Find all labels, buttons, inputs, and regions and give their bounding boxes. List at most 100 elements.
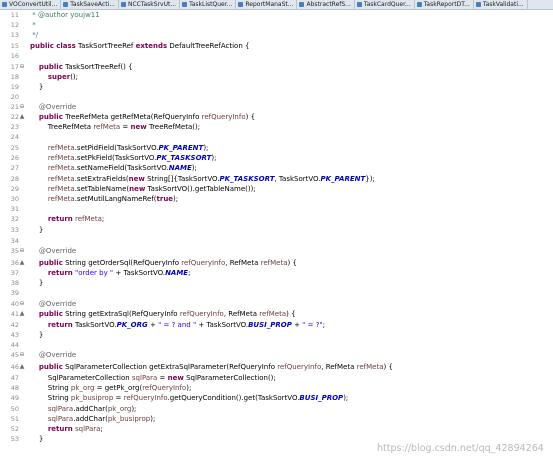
code-token: refMeta	[259, 310, 287, 318]
override-marker-icon: ▲	[19, 113, 25, 120]
editor-tab[interactable]: NCCTaskSrvUt...	[119, 0, 181, 9]
code-line[interactable]: 12 *	[0, 20, 553, 30]
fold-toggle-icon[interactable]: ⊖	[19, 350, 25, 360]
code-token: );	[131, 405, 137, 413]
code-line[interactable]: 20	[0, 92, 553, 102]
editor-tab[interactable]: AbstractRefS...	[297, 0, 355, 9]
fold-toggle-icon[interactable]: ⊖	[19, 102, 25, 112]
code-line[interactable]: 19 }	[0, 82, 553, 92]
fold-toggle-icon[interactable]: ⊖	[19, 246, 25, 256]
code-token: refMeta	[75, 215, 102, 223]
editor-tab[interactable]: ReportManaSt...	[236, 0, 298, 9]
code-token: new	[130, 123, 147, 131]
code-text: return sqlPara;	[30, 424, 103, 434]
editor-tab[interactable]: TaskValidati...	[474, 0, 528, 9]
code-line[interactable]: 48 String pk_org = getPk_org(refQueryInf…	[0, 383, 553, 393]
line-number: 42	[10, 321, 19, 329]
code-text: TreeRefMeta refMeta = new TreeRefMeta();	[30, 122, 200, 132]
code-token: = getPk_org(	[94, 384, 143, 392]
code-text: refMeta.setTableName(new TaskSortVO().ge…	[30, 184, 256, 194]
code-line[interactable]: 40 ⊖ @Override	[0, 299, 553, 309]
code-line[interactable]: 49 String pk_busiprop = refQueryInfo.get…	[0, 393, 553, 403]
code-line[interactable]: 37 return "order by " + TaskSortVO.NAME;	[0, 268, 553, 278]
line-number: 22	[10, 113, 19, 121]
code-text: }	[30, 278, 43, 288]
code-token: @Override	[38, 351, 77, 359]
code-line[interactable]: 50 sqlPara.addChar(pk_org);	[0, 404, 553, 414]
code-line[interactable]: 17 ⊖ public TaskSortTreeRef() {	[0, 62, 553, 72]
code-token: SqlParameterCollection getExtraSqlParame…	[62, 363, 278, 371]
code-line[interactable]: 33 }	[0, 225, 553, 235]
code-line[interactable]: 39	[0, 288, 553, 298]
code-token: sqlPara	[131, 374, 158, 382]
code-line[interactable]: 24	[0, 132, 553, 142]
code-line[interactable]: 28 refMeta.setExtraFields(new String[]{T…	[0, 174, 553, 184]
code-line[interactable]: 42 return TaskSortVO.PK_ORG + " = ? and …	[0, 320, 553, 330]
code-token: , TaskSortVO.	[274, 175, 321, 183]
code-line[interactable]: 34	[0, 236, 553, 246]
code-token: ;	[188, 269, 191, 277]
code-line[interactable]: 22 ▲ public TreeRefMeta getRefMeta(RefQue…	[0, 112, 553, 122]
editor-tab[interactable]: VOConvertUtil...	[0, 0, 62, 9]
code-line[interactable]: 29 refMeta.setTableName(new TaskSortVO()…	[0, 184, 553, 194]
code-line[interactable]: 32 return refMeta;	[0, 214, 553, 224]
code-token: PK_TASKSORT	[219, 175, 275, 183]
code-line[interactable]: 15 public class TaskSortTreeRef extends D…	[0, 41, 553, 51]
code-line[interactable]: 43 }	[0, 330, 553, 340]
code-token: refMeta	[47, 164, 75, 172]
editor-tab[interactable]: TaskSaveActi...	[61, 0, 119, 9]
code-token: @author	[37, 11, 69, 19]
code-token: public	[38, 113, 63, 121]
line-number: 20	[10, 93, 19, 101]
code-token: refMeta	[47, 154, 75, 162]
code-line[interactable]: 36 ▲ public String getOrderSql(RefQueryIn…	[0, 258, 553, 268]
code-line[interactable]: 47 SqlParameterCollection sqlPara = new …	[0, 373, 553, 383]
code-line[interactable]: 13 */	[0, 30, 553, 40]
code-line[interactable]: 35 ⊖ @Override	[0, 246, 553, 256]
code-line[interactable]: 44	[0, 340, 553, 350]
code-token: }	[30, 435, 44, 443]
code-token: TaskSortTreeRef	[75, 42, 136, 50]
code-token: );	[191, 164, 197, 172]
fold-toggle-icon[interactable]: ⊖	[19, 62, 25, 72]
code-text: refMeta.setPkField(TaskSortVO.PK_TASKSOR…	[30, 153, 217, 163]
code-token: =	[157, 374, 168, 382]
code-line[interactable]: 18 super();	[0, 72, 553, 82]
code-line[interactable]: 11 * @author youjw11	[0, 10, 553, 20]
code-line[interactable]: 41 ▲ public String getExtraSql(RefQueryIn…	[0, 309, 553, 319]
editor-tab[interactable]: TaskCardQuer...	[355, 0, 415, 9]
code-line[interactable]: 38 }	[0, 278, 553, 288]
code-token: ;	[101, 215, 105, 223]
editor-tab[interactable]: TaskReportDT...	[415, 0, 474, 9]
code-token: TaskSortVO().getTableName());	[145, 185, 256, 193]
code-token: return	[47, 215, 73, 223]
editor-tab[interactable]: TaskListQuer...	[180, 0, 237, 9]
code-text: */	[30, 30, 38, 40]
code-token: TreeRefMeta	[30, 123, 94, 131]
code-line[interactable]: 27 refMeta.setNameField(TaskSortVO.NAME)…	[0, 163, 553, 173]
code-editor[interactable]: 11 * @author youjw11 12 * 13 */15 public cl…	[0, 10, 553, 467]
code-line[interactable]: 51 sqlPara.addChar(pk_busiprop);	[0, 414, 553, 424]
code-token: ) {	[287, 259, 297, 267]
code-text: refMeta.setExtraFields(new String[]{Task…	[30, 174, 375, 184]
code-line[interactable]: 21 ⊖ @Override	[0, 102, 553, 112]
code-token: }	[30, 279, 44, 287]
fold-toggle-icon[interactable]: ⊖	[19, 299, 25, 309]
code-line[interactable]: 26 refMeta.setPkField(TaskSortVO.PK_TASK…	[0, 153, 553, 163]
code-line[interactable]: 23 TreeRefMeta refMeta = new TreeRefMeta…	[0, 122, 553, 132]
code-token: String getOrderSql(RefQueryInfo	[62, 259, 182, 267]
code-token: *	[30, 11, 38, 19]
line-number: 48	[10, 384, 19, 392]
code-token: }	[30, 226, 44, 234]
code-line[interactable]: 25 refMeta.setPidField(TaskSortVO.PK_PAR…	[0, 143, 553, 153]
code-line[interactable]: 16	[0, 51, 553, 61]
code-line[interactable]: 45 ⊖ @Override	[0, 350, 553, 360]
code-line[interactable]: 46 ▲ public SqlParameterCollection getExt…	[0, 362, 553, 372]
code-line[interactable]: 31	[0, 204, 553, 214]
code-line[interactable]: 52 return sqlPara;	[0, 424, 553, 434]
editor-tab-label: TaskValidati...	[482, 1, 524, 8]
code-line[interactable]: 30 refMeta.setMutilLangNameRef(true);	[0, 194, 553, 204]
